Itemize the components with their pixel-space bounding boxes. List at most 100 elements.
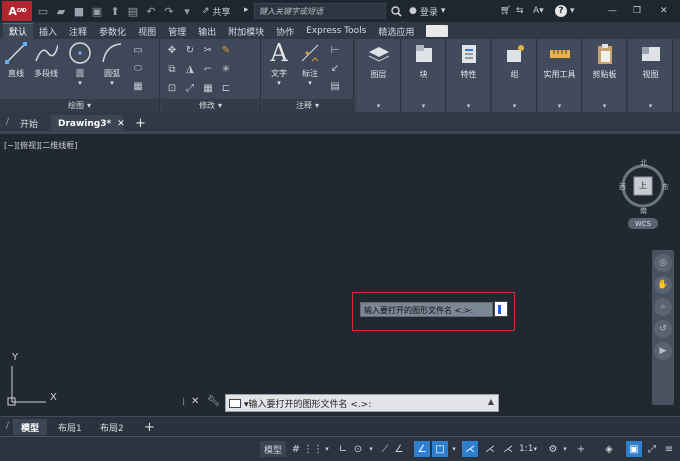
command-history-icon[interactable]: ▲ [488,397,494,406]
tab-default[interactable]: 默认 [3,23,34,39]
tab-view[interactable]: 视图 [132,23,162,39]
print-icon[interactable]: ▤ [125,3,141,19]
auto-scale-icon[interactable]: ⋌ [482,441,498,457]
login-button[interactable]: ● 登录 ▾ [409,3,445,19]
autodesk-a-icon[interactable]: A▾ [533,3,544,19]
grid-icon[interactable]: # [288,441,304,457]
close-button[interactable]: ✕ [660,3,668,19]
upload-icon[interactable]: ⬆ [107,3,123,19]
text-button[interactable]: A 文字 ▾ [267,39,291,87]
orbit-icon[interactable]: ↺ [654,320,672,338]
settings-gear-icon[interactable]: ⚙ [545,441,561,457]
tab-output[interactable]: 输出 [192,23,222,39]
showmotion-icon[interactable]: ▶ [654,342,672,360]
arc-dropdown-icon[interactable]: ▾ [110,79,114,87]
linear-dimension-icon[interactable]: ⊢ [328,43,342,57]
steering-wheel-icon[interactable]: ◎ [654,254,672,272]
offset-icon[interactable]: ⊏ [219,81,233,95]
save-icon[interactable]: ■ [71,3,87,19]
move-icon[interactable]: ✥ [165,43,179,57]
zoom-icon[interactable]: ⌕ [654,298,672,316]
exchange-icon[interactable]: ⇆ [516,3,524,19]
ortho-icon[interactable]: ∟ [336,441,350,457]
open-folder-icon[interactable]: ▰ [53,3,69,19]
scale-icon[interactable]: ⤢ [183,81,197,95]
groups-panel-button[interactable]: 组 ▾ [493,39,537,112]
dynamic-input-field[interactable] [494,301,508,317]
modify-panel-title[interactable]: 修改 ▾ [161,99,260,112]
draw-panel-title[interactable]: 绘图 ▾ [0,99,159,112]
pan-hand-icon[interactable]: ✋ [654,276,672,294]
fullscreen-icon[interactable]: ⤢ [645,441,659,457]
compass-west[interactable]: 西 [619,182,626,192]
ellipse-icon[interactable]: ⬭ [131,61,145,75]
utilities-panel-button[interactable]: 实用工具 ▾ [538,39,582,112]
layout1-tab[interactable]: 布局1 [50,419,90,435]
new-tab-button[interactable]: + [128,115,153,132]
tab-insert[interactable]: 插入 [33,23,63,39]
search-input[interactable]: 键入关键字或短语 [254,3,386,19]
wcs-button[interactable]: WCS [628,218,658,229]
line-button[interactable]: 直线 [4,41,28,79]
model-space-button[interactable]: 模型 [260,441,286,457]
model-tab[interactable]: 模型 [13,419,48,435]
redo-icon[interactable]: ↷ [161,3,177,19]
ribbon-minimize-toggle[interactable] [426,25,449,37]
tab-manage[interactable]: 管理 [162,23,192,39]
customize-menu-icon[interactable]: ≡ [662,441,676,457]
copy-icon[interactable]: ⧉ [165,62,179,76]
tab-express-tools[interactable]: Express Tools [300,23,372,39]
drawing-tab[interactable]: Drawing3* ✕ [51,115,125,132]
annotation-visibility-icon[interactable]: ⋌ [462,441,478,457]
stretch-icon[interactable]: ⊡ [165,81,179,95]
tab-addins[interactable]: 附加模块 [222,23,270,39]
array-icon[interactable]: ▦ [201,81,215,95]
quick-access-dropdown-icon[interactable]: ▾ [179,3,195,19]
search-icon[interactable] [391,3,402,19]
circle-dropdown-icon[interactable]: ▾ [78,79,82,87]
snap-dropdown-icon[interactable]: ▾ [322,441,332,457]
start-tab[interactable]: 开始 [13,115,45,132]
tab-collaborate[interactable]: 协作 [270,23,300,39]
tab-menu-icon[interactable]: / [6,117,9,127]
block-panel-button[interactable]: 块 ▾ [402,39,446,112]
snap-icon[interactable]: ⋮⋮ [303,441,323,457]
arc-button[interactable]: 圆弧 ▾ [100,41,124,87]
rotate-icon[interactable]: ↻ [183,43,197,57]
settings-dropdown-icon[interactable]: ▾ [560,441,570,457]
add-icon[interactable]: + [574,441,588,457]
mirror-icon[interactable]: ◮ [183,62,197,76]
undo-icon[interactable]: ↶ [143,3,159,19]
annotation-panel-title[interactable]: 注释 ▾ [262,99,353,112]
title-expand-icon[interactable]: ▸ [244,5,249,15]
properties-panel-button[interactable]: 特性 ▾ [447,39,491,112]
hardware-acceleration-icon[interactable]: ▣ [626,441,642,457]
compass-east[interactable]: 东 [662,182,669,192]
viewcube-top-face[interactable]: 上 [639,180,647,191]
add-layout-button[interactable]: + [136,419,163,435]
scale-dropdown[interactable]: 1:1 ▾ [518,441,538,457]
command-line-input[interactable]: ▾输入要打开的图形文件名 <.>: ▲ [225,394,499,412]
hatch-icon[interactable]: ▦ [131,79,145,93]
compass-north[interactable]: 北 [640,158,647,168]
object-snap-icon[interactable]: ∠ [414,441,430,457]
fillet-icon[interactable]: ⌐ [201,62,215,76]
close-tab-icon[interactable]: ✕ [117,119,125,129]
new-file-icon[interactable]: ▭ [35,3,51,19]
command-line-grip[interactable]: ⁞ [182,397,185,408]
tab-parametric[interactable]: 参数化 [93,23,132,39]
layout-menu-icon[interactable]: / [6,421,9,431]
osnap-dropdown-icon[interactable]: ▾ [449,441,459,457]
layout2-tab[interactable]: 布局2 [92,419,132,435]
polar-icon[interactable]: ⊙ [351,441,365,457]
osnap-icon[interactable]: □ [432,441,448,457]
restore-button[interactable]: ❐ [633,3,641,19]
viewport-controls-label[interactable]: [−][俯视][二维线框] [4,140,77,151]
app-logo[interactable]: A CAD [2,1,32,21]
isodraft-icon[interactable]: ⟋ [378,441,392,457]
viewcube[interactable]: 北 南 西 东 上 [615,158,671,216]
isolate-icon[interactable]: ◈ [602,441,616,457]
clipboard-panel-button[interactable]: 剪贴板 ▾ [583,39,627,112]
save-as-icon[interactable]: ▣ [89,3,105,19]
rectangle-icon[interactable]: ▭ [131,43,145,57]
